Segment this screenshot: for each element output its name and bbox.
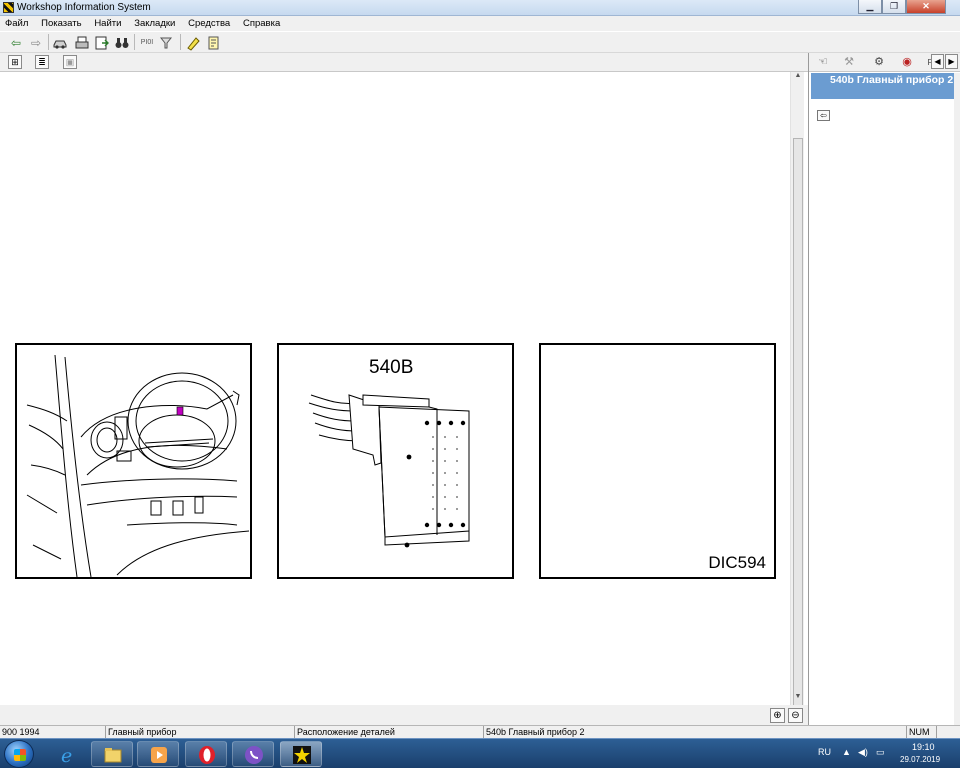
figure-panel-reference: DIC594 (539, 343, 776, 579)
close-button[interactable]: ✕ (906, 0, 946, 14)
zoom-out-icon[interactable]: ⊖ (788, 708, 803, 723)
tray-expand-icon[interactable]: ▲ (842, 747, 851, 757)
toolbar-separator (134, 34, 135, 50)
wis-app-icon (3, 2, 14, 13)
menu-view[interactable]: Показать (36, 16, 86, 31)
zoom-in-icon[interactable]: ⊕ (770, 708, 785, 723)
gauge-icon[interactable]: ◉ (899, 55, 915, 70)
status-bar: 900 1994 Главный прибор Расположение дет… (0, 725, 960, 739)
ie-icon[interactable]: e (46, 741, 88, 767)
start-button[interactable] (4, 740, 34, 768)
filter-icon[interactable] (158, 35, 174, 51)
toolbar-separator (180, 34, 181, 50)
side-prev-button[interactable]: ◀ (931, 54, 944, 69)
list-view-icon[interactable]: ≣ (35, 55, 49, 69)
scroll-down-arrow-icon[interactable]: ▼ (791, 693, 805, 705)
tree-view-icon[interactable]: ⊞ (8, 55, 22, 69)
printer-icon[interactable] (74, 35, 90, 51)
volume-icon[interactable]: ◀) (858, 747, 868, 758)
main-toolbar: ⇦ ⇨ PI0I (0, 31, 960, 53)
system-tray: RU ▲ ◀) ▭ 19:10 29.07.2019 (800, 739, 960, 768)
taskbar: e RU ▲ ◀) ▭ 19:10 29.07.2019 (0, 738, 960, 768)
clock-time[interactable]: 19:10 (912, 742, 935, 752)
scroll-thumb[interactable] (793, 138, 803, 708)
side-panel-toolbar: ☜ ⚒ ⚙ ◉ F ◀ ▶ (809, 53, 960, 72)
side-panel: ☜ ⚒ ⚙ ◉ F ◀ ▶ 540b Главный прибор 2 ⇦ (808, 53, 960, 725)
toolbar-separator (48, 34, 49, 50)
opera-icon[interactable] (185, 741, 227, 767)
windows-logo-icon (14, 749, 26, 761)
document-view: 540B DIC594 (0, 72, 790, 705)
menu-bookmarks[interactable]: Закладки (129, 16, 180, 31)
dashboard-drawing (26, 354, 250, 577)
menu-bar: Файл Показать Найти Закладки Средства Сп… (0, 16, 960, 31)
menu-help[interactable]: Справка (238, 16, 285, 31)
highlighter-icon[interactable] (185, 35, 201, 51)
hand-icon[interactable]: ☜ (815, 55, 831, 70)
clock-date[interactable]: 29.07.2019 (900, 755, 940, 764)
car-icon[interactable] (52, 35, 68, 51)
image-view-icon[interactable]: ▣ (63, 55, 77, 69)
window-controls: ▁ ❐ ✕ (858, 0, 946, 14)
menu-file[interactable]: Файл (0, 16, 33, 31)
viber-icon[interactable] (232, 741, 274, 767)
media-player-icon[interactable] (137, 741, 179, 767)
zoom-bar: ⊕ ⊖ (0, 705, 808, 725)
figure-panel-connector: 540B (277, 343, 514, 579)
figure-panel-dashboard (15, 343, 252, 579)
forward-arrow-icon[interactable]: ⇨ (28, 35, 44, 51)
side-back-icon[interactable]: ⇦ (817, 110, 830, 121)
menu-tools[interactable]: Средства (183, 16, 235, 31)
pi-icon[interactable]: PI0I (139, 35, 155, 51)
side-next-button[interactable]: ▶ (945, 54, 958, 69)
maximize-button[interactable]: ❐ (882, 0, 906, 14)
menu-find[interactable]: Найти (89, 16, 126, 31)
scroll-up-arrow-icon[interactable]: ▲ (791, 72, 805, 84)
side-panel-title[interactable]: 540b Главный прибор 2 (811, 73, 954, 99)
note-icon[interactable] (206, 35, 222, 51)
window-title: Workshop Information System (17, 2, 151, 13)
back-arrow-icon[interactable]: ⇦ (8, 35, 24, 51)
component-marker (176, 406, 184, 416)
explorer-icon[interactable] (91, 741, 133, 767)
language-indicator[interactable]: RU (818, 747, 831, 757)
svg-text:e: e (61, 745, 72, 765)
side-scrollbar[interactable] (954, 73, 960, 725)
binoculars-icon[interactable] (114, 35, 130, 51)
connector-drawing (308, 394, 470, 548)
figure-reference-label: DIC594 (708, 553, 766, 572)
wrench-icon[interactable]: ⚒ (841, 55, 857, 70)
document-arrow-icon[interactable] (94, 35, 110, 51)
network-icon[interactable]: ▭ (876, 747, 885, 758)
title-bar: Workshop Information System ▁ ❐ ✕ (0, 0, 960, 16)
secondary-toolbar: ⊞ ≣ ▣ (0, 53, 808, 72)
wis-taskbar-icon[interactable] (280, 741, 322, 767)
main-vertical-scrollbar[interactable]: ▲ ▼ (790, 72, 805, 708)
minimize-button[interactable]: ▁ (858, 0, 882, 14)
gears-icon[interactable]: ⚙ (871, 55, 887, 70)
